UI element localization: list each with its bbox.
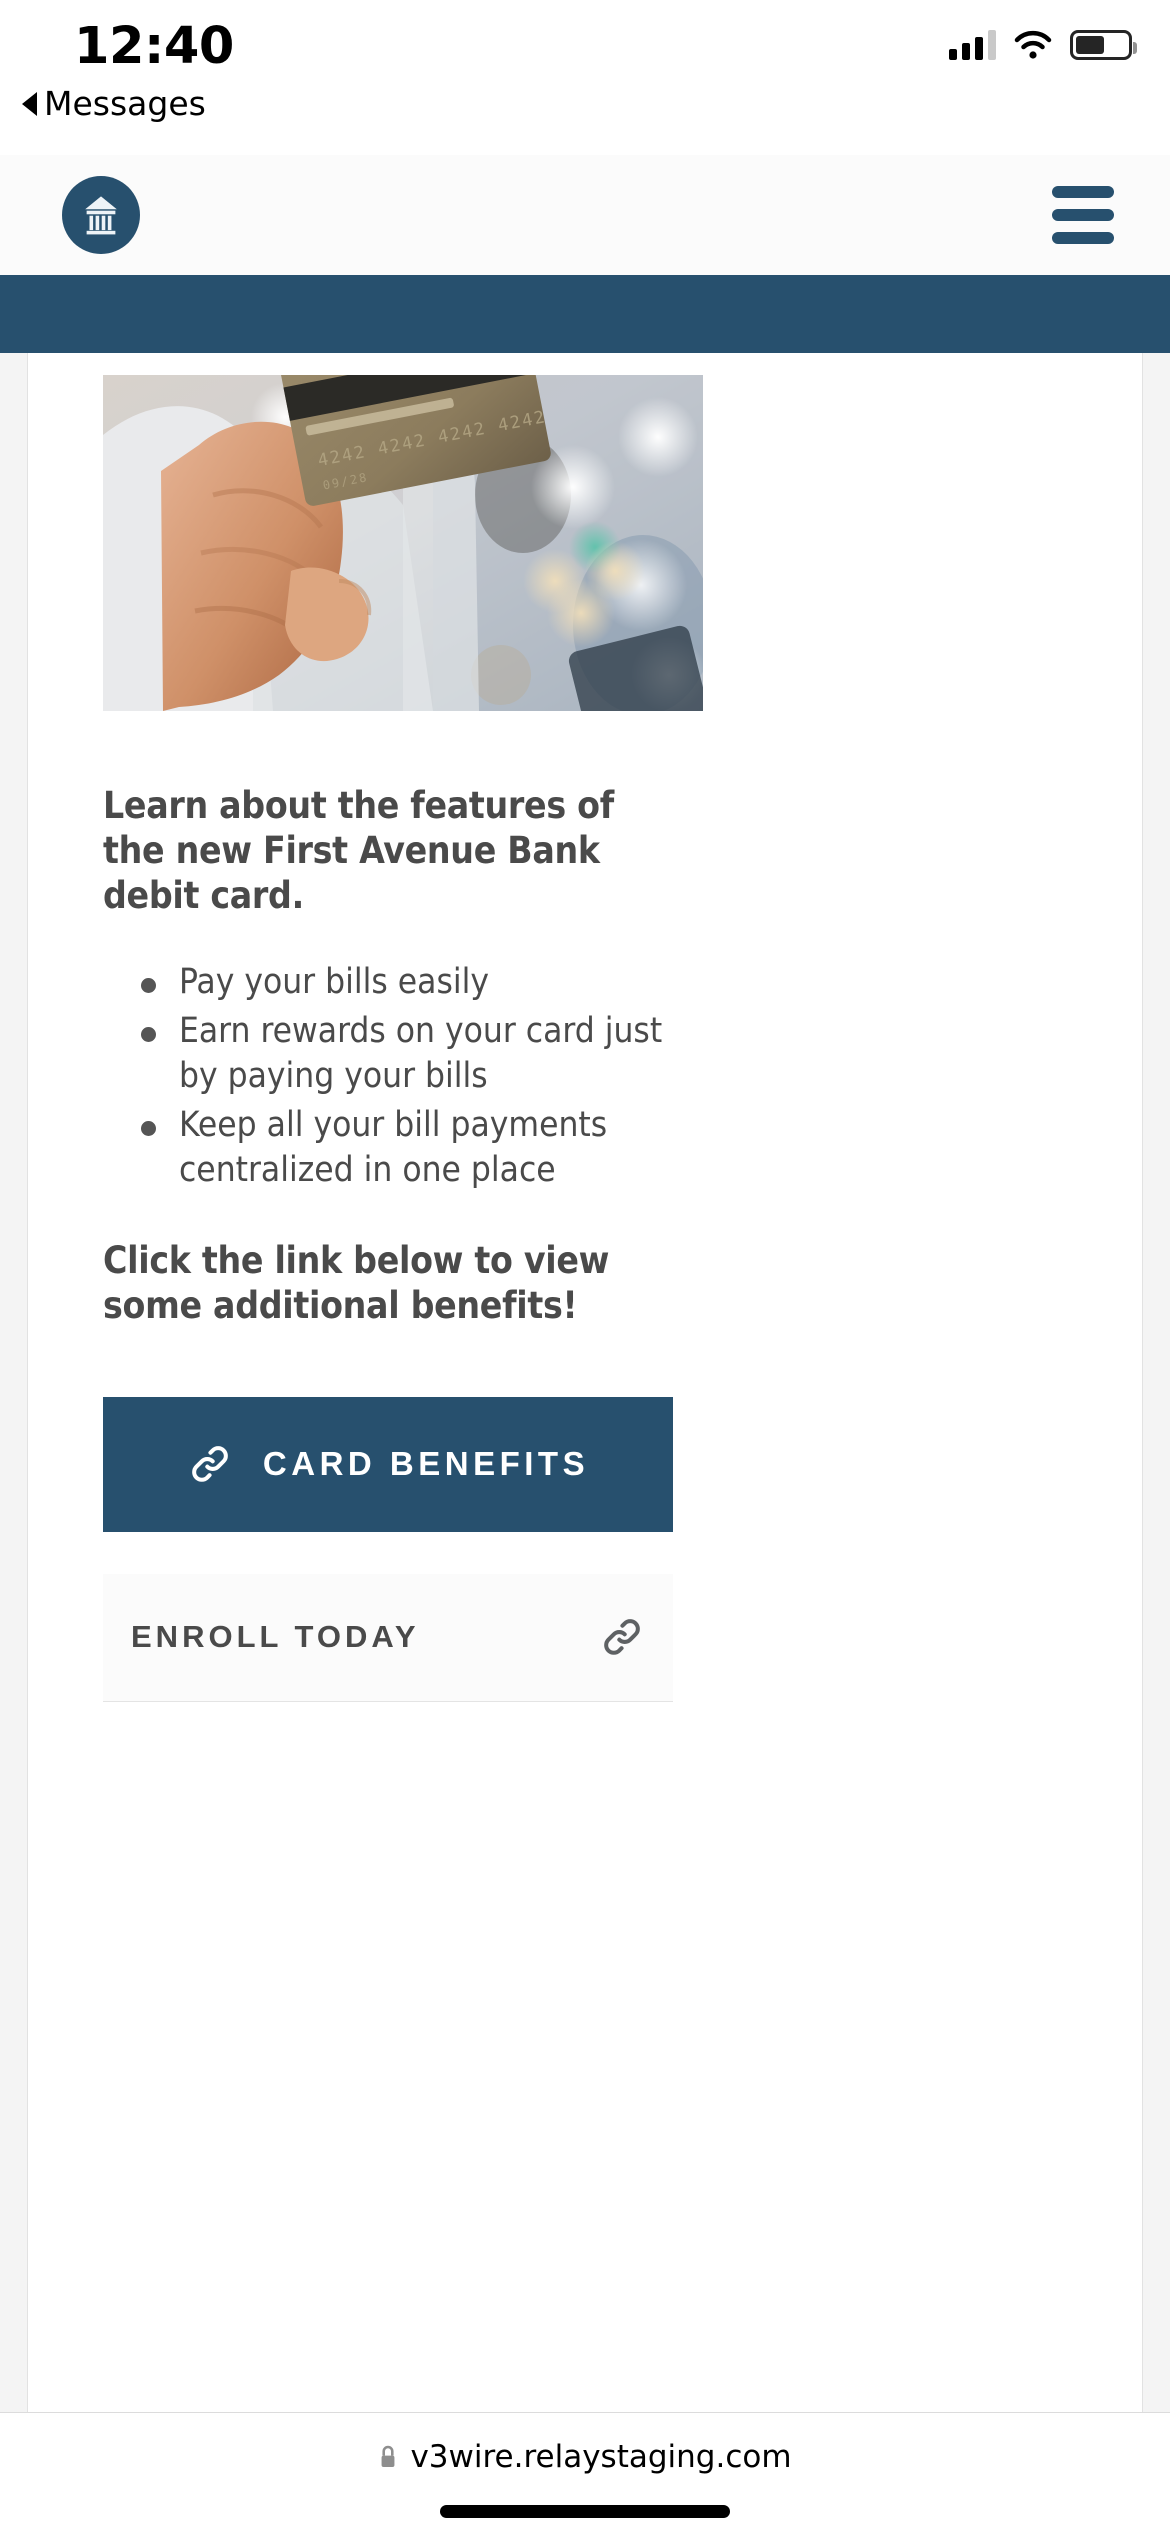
back-arrow-icon	[22, 91, 37, 116]
hero-image: 4242 4242 4242 4242 09/28	[103, 375, 703, 711]
hero-illustration: 4242 4242 4242 4242 09/28	[103, 375, 703, 711]
header-accent-band	[0, 275, 1170, 353]
bank-building-logo-icon[interactable]	[62, 176, 140, 254]
status-bar-time: 12:40	[74, 17, 234, 76]
back-link-label: Messages	[44, 84, 206, 123]
lock-icon	[382, 2445, 395, 2467]
bank-building-glyph	[85, 196, 117, 235]
ios-status-bar: 12:40 Messages	[0, 0, 1170, 155]
home-indicator	[440, 2505, 730, 2518]
battery-icon	[1070, 30, 1137, 60]
browser-bottom-bar: v3wire.relaystaging.com	[0, 2412, 1170, 2532]
url-display[interactable]: v3wire.relaystaging.com	[378, 2439, 792, 2475]
site-header	[0, 155, 1170, 275]
wifi-icon	[1014, 30, 1052, 59]
back-to-messages-link[interactable]: Messages	[22, 84, 206, 123]
feature-list: Pay your bills easily Earn rewards on yo…	[103, 960, 1067, 1192]
enroll-today-label: ENROLL TODAY	[131, 1619, 420, 1655]
cellular-signal-icon	[949, 30, 996, 60]
card-benefits-button[interactable]: CARD BENEFITS	[103, 1396, 673, 1532]
secondary-heading: Click the link below to view some additi…	[103, 1239, 610, 1328]
hamburger-menu-icon[interactable]	[1046, 180, 1120, 250]
lead-heading: Learn about the features of the new Firs…	[103, 784, 614, 918]
list-item: Pay your bills easily	[141, 960, 679, 1005]
page-body: 4242 4242 4242 4242 09/28 Learn about th…	[0, 353, 1170, 2412]
url-text: v3wire.relaystaging.com	[410, 2439, 792, 2475]
enroll-today-row[interactable]: ENROLL TODAY	[103, 1573, 673, 1702]
list-item: Earn rewards on your card just by paying…	[141, 1009, 679, 1099]
card-benefits-label: CARD BENEFITS	[262, 1445, 590, 1483]
status-bar-indicators	[949, 30, 1137, 60]
link-chain-icon	[604, 1619, 640, 1655]
content-card: 4242 4242 4242 4242 09/28 Learn about th…	[27, 353, 1143, 2412]
list-item: Keep all your bill payments centralized …	[141, 1103, 679, 1193]
phone-screen: 12:40 Messages 4242 4242 4242 4242 09/28…	[0, 0, 1170, 2532]
link-chain-icon	[192, 1446, 228, 1482]
